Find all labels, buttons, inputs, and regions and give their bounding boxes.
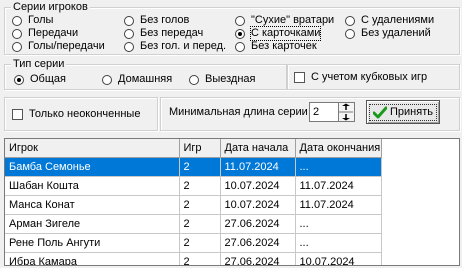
cell-end: 11.07.2024 (295, 195, 382, 215)
min-length-label: Минимальная длина серии (169, 106, 308, 118)
cell-player: Арман Зигеле (5, 214, 180, 234)
unfinished-only-checkbox-box[interactable] (12, 109, 23, 120)
radio-no-goals-no-assists-dot[interactable] (124, 41, 134, 52)
radio-type-home-dot[interactable] (102, 74, 112, 85)
cup-games-checkbox-box[interactable] (294, 72, 305, 83)
cell-player: Манса Конат (5, 195, 180, 215)
table-header-row: Игрок Игр Дата начала Дата окончания (5, 139, 382, 158)
radio-no-sendoffs-dot[interactable] (345, 28, 355, 39)
radio-assists-label: Передачи (28, 27, 79, 39)
table-row[interactable]: Ибра Камара 2 27.06.2024 10.07.2024 (5, 252, 382, 265)
radio-no-assists[interactable]: Без передач (124, 27, 203, 40)
table-row[interactable]: Манса Конат 2 10.07.2024 11.07.2024 (5, 195, 382, 215)
radio-no-goals-label: Без голов (140, 14, 190, 26)
cell-games: 2 (179, 157, 221, 177)
cell-end: 11.07.2024 (295, 176, 382, 196)
apply-button-label: Принять (390, 106, 433, 118)
column-header-player[interactable]: Игрок (5, 139, 180, 158)
cell-end: ... (295, 157, 382, 177)
min-length-spinner[interactable]: 2 (309, 102, 355, 122)
radio-no-goals-dot[interactable] (124, 15, 134, 26)
min-length-value[interactable]: 2 (313, 106, 319, 119)
column-header-end[interactable]: Дата окончания (295, 139, 382, 158)
radio-no-sendoffs-label: Без удалений (361, 27, 431, 39)
radio-type-away[interactable]: Выездная (189, 73, 256, 86)
radio-no-goals-no-assists[interactable]: Без гол. и перед. (124, 40, 226, 53)
unfinished-only-checkbox[interactable]: Только неоконченные (12, 108, 140, 121)
radio-with-sendoffs-dot[interactable] (345, 15, 355, 26)
radio-no-sendoffs[interactable]: Без удалений (345, 27, 431, 40)
radio-goals[interactable]: Голы (12, 14, 53, 27)
radio-goals-assists[interactable]: Голы/передачи (12, 40, 105, 53)
cell-start: 27.06.2024 (220, 233, 296, 253)
cell-games: 2 (179, 252, 221, 265)
radio-no-cards-dot[interactable] (235, 41, 245, 52)
radio-goals-assists-label: Голы/передачи (28, 40, 105, 52)
radio-with-cards[interactable]: С карточками (235, 26, 322, 41)
cell-games: 2 (179, 214, 221, 234)
cup-games-checkbox[interactable]: С учетом кубковых игр (294, 71, 427, 84)
radio-with-cards-dot[interactable] (235, 28, 245, 39)
cell-games: 2 (179, 195, 221, 215)
cell-start: 27.06.2024 (220, 252, 296, 265)
cell-start: 27.06.2024 (220, 214, 296, 234)
cup-games-checkbox-label: С учетом кубковых игр (311, 71, 428, 83)
cell-start: 10.07.2024 (220, 176, 296, 196)
series-table: Игрок Игр Дата начала Дата окончания Бам… (5, 139, 382, 265)
series-results-grid[interactable]: Игрок Игр Дата начала Дата окончания Бам… (4, 138, 460, 266)
radio-type-overall[interactable]: Общая (14, 73, 66, 86)
radio-goals-label: Голы (28, 14, 54, 26)
unfinished-only-checkbox-label: Только неоконченные (29, 108, 141, 120)
type-groupbox-legend: Тип серии (11, 58, 67, 71)
cell-end: ... (295, 214, 382, 234)
series-groupbox-legend: Серии игроков (11, 1, 90, 14)
cell-end: 10.07.2024 (295, 252, 382, 265)
radio-no-cards-label: Без карточек (251, 40, 317, 52)
radio-type-away-dot[interactable] (189, 74, 199, 85)
apply-button-inner: Принять (369, 103, 437, 121)
radio-goals-assists-dot[interactable] (12, 41, 22, 52)
radio-assists-dot[interactable] (12, 28, 22, 39)
cell-start: 10.07.2024 (220, 195, 296, 215)
spin-arrows-icon[interactable] (338, 103, 354, 121)
checkmark-icon (373, 106, 388, 118)
column-header-games[interactable]: Игр (179, 139, 221, 158)
radio-type-overall-dot[interactable] (14, 74, 24, 85)
radio-type-home[interactable]: Домашняя (102, 73, 172, 86)
radio-clean-sheets-dot[interactable] (235, 15, 245, 26)
radio-assists[interactable]: Передачи (12, 27, 78, 40)
apply-button[interactable]: Принять (366, 100, 440, 124)
cell-player: Шабан Кошта (5, 176, 180, 196)
radio-no-goals[interactable]: Без голов (124, 14, 189, 27)
radio-no-assists-label: Без передач (140, 27, 204, 39)
table-row[interactable]: Бамба Семонье 2 11.07.2024 ... (5, 157, 382, 177)
cell-end: ... (295, 233, 382, 253)
table-row[interactable]: Рене Поль Ангути 2 27.06.2024 ... (5, 233, 382, 253)
radio-clean-sheets-label: "Сухие" вратари (251, 14, 335, 26)
radio-with-cards-label: С карточками (249, 26, 322, 41)
radio-type-home-label: Домашняя (118, 73, 173, 85)
cell-start: 11.07.2024 (220, 157, 296, 177)
cell-player: Бамба Семонье (5, 157, 180, 177)
cell-games: 2 (179, 176, 221, 196)
radio-type-overall-label: Общая (30, 73, 66, 85)
radio-no-goals-no-assists-label: Без гол. и перед. (140, 40, 227, 52)
radio-goals-dot[interactable] (12, 15, 22, 26)
table-row[interactable]: Шабан Кошта 2 10.07.2024 11.07.2024 (5, 176, 382, 196)
cell-games: 2 (179, 233, 221, 253)
radio-clean-sheets[interactable]: "Сухие" вратари (235, 14, 334, 27)
cell-player: Рене Поль Ангути (5, 233, 180, 253)
cell-player: Ибра Камара (5, 252, 180, 265)
radio-with-sendoffs-label: С удалениями (361, 14, 435, 26)
radio-with-sendoffs[interactable]: С удалениями (345, 14, 434, 27)
radio-no-cards[interactable]: Без карточек (235, 40, 317, 53)
radio-no-assists-dot[interactable] (124, 28, 134, 39)
radio-type-away-label: Выездная (205, 73, 256, 85)
table-row[interactable]: Арман Зигеле 2 27.06.2024 ... (5, 214, 382, 234)
column-header-start[interactable]: Дата начала (220, 139, 296, 158)
